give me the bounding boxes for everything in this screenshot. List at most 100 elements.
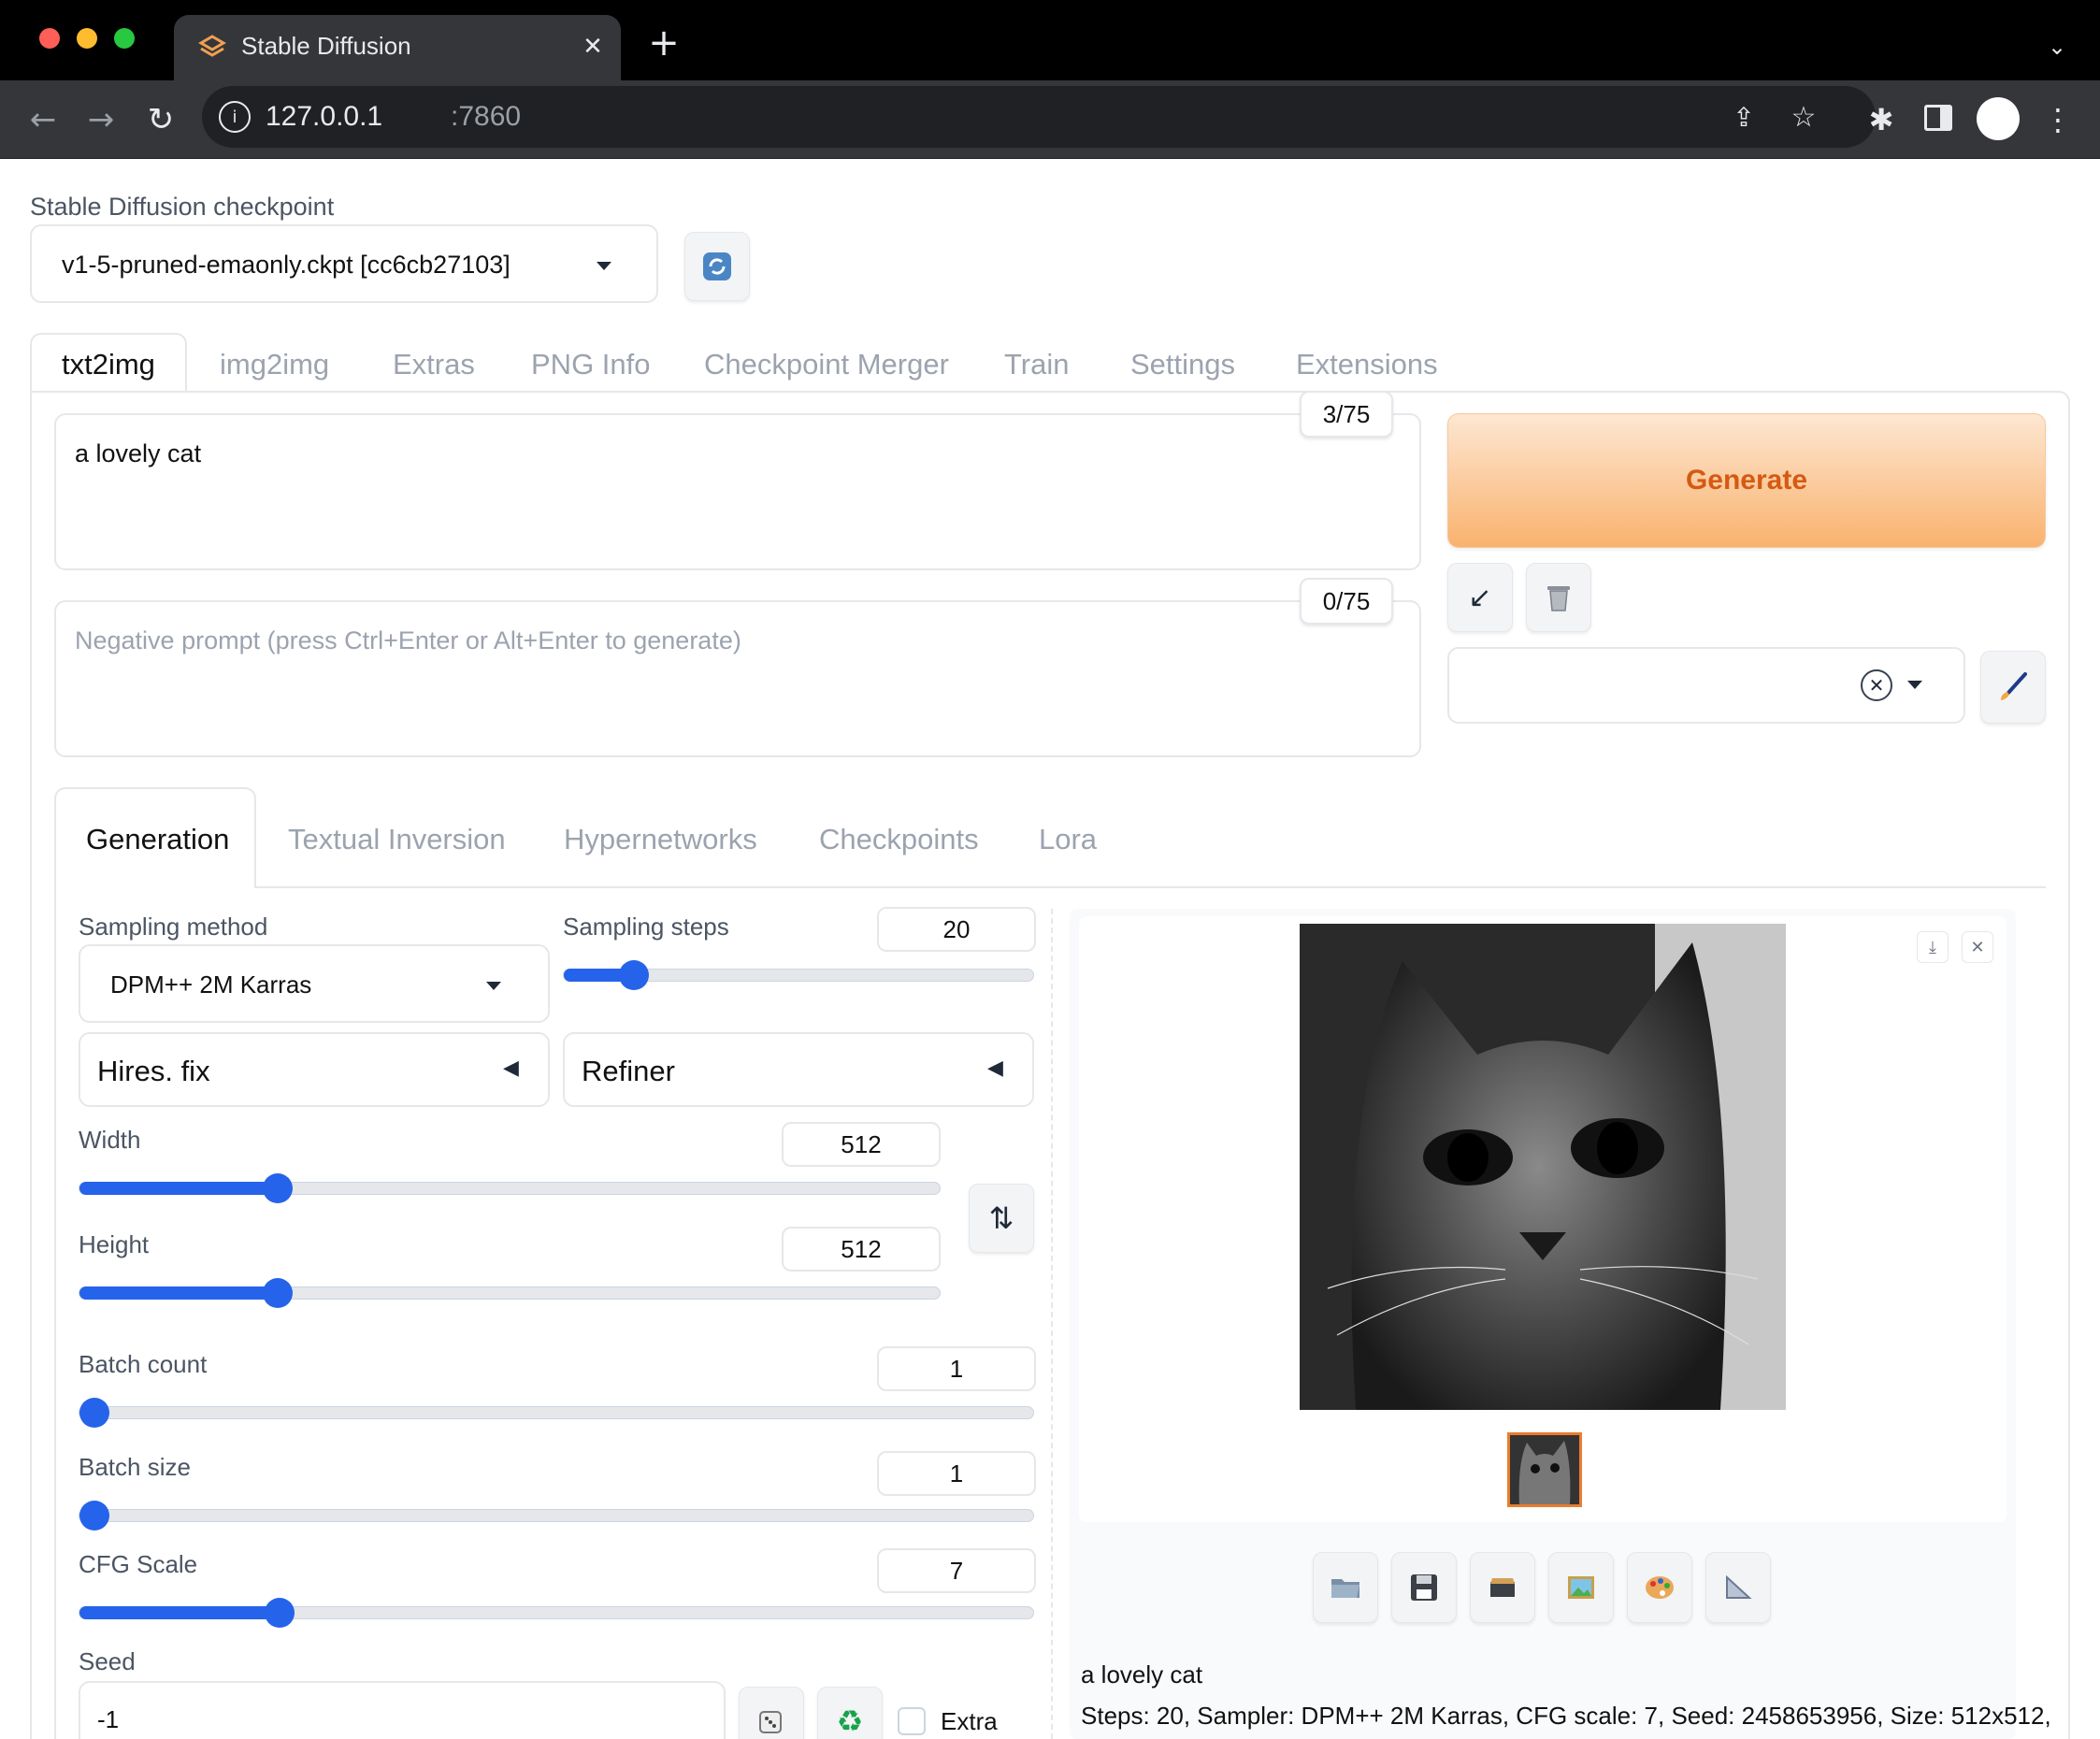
refresh-icon [703, 252, 731, 280]
triangle-ruler-icon [1726, 1574, 1752, 1599]
seed-label: Seed [79, 1647, 136, 1675]
site-info-icon[interactable]: i [219, 101, 251, 133]
minimize-window-button[interactable] [77, 28, 97, 49]
swap-arrows-icon: ⇅ [988, 1200, 1014, 1236]
floppy-disk-icon [1411, 1574, 1437, 1601]
close-window-button[interactable] [39, 28, 60, 49]
hires-fix-accordion[interactable]: Hires. fix ◀ [79, 1032, 550, 1107]
send-to-extras-button[interactable] [1705, 1552, 1771, 1623]
open-folder-button[interactable] [1313, 1552, 1378, 1623]
sampling-method-value: DPM++ 2M Karras [110, 970, 312, 999]
generation-panel-border [54, 886, 56, 1739]
side-panel-icon[interactable] [1924, 105, 1952, 131]
folder-icon [1331, 1579, 1359, 1598]
tab-hypernetworks[interactable]: Hypernetworks [564, 823, 757, 856]
profile-avatar[interactable] [1977, 97, 2020, 140]
sampling-steps-slider[interactable] [563, 960, 1034, 990]
back-arrow-icon[interactable]: ← [22, 99, 64, 140]
archive-icon [1490, 1578, 1515, 1597]
address-bar[interactable]: i 127.0.0.1 :7860 ⇪ ☆ [202, 86, 1876, 148]
bookmark-star-icon[interactable]: ☆ [1786, 99, 1821, 135]
refiner-accordion[interactable]: Refiner ◀ [563, 1032, 1034, 1107]
browser-menu-icon[interactable]: ⋮ [2043, 99, 2073, 140]
tab-train[interactable]: Train [1004, 348, 1069, 381]
tab-lora[interactable]: Lora [1039, 823, 1097, 856]
batch-count-input[interactable]: 1 [877, 1346, 1036, 1391]
sampling-method-label: Sampling method [79, 913, 268, 941]
styles-dropdown[interactable]: ✕ [1447, 647, 1965, 724]
generated-cat-image[interactable] [1300, 924, 1786, 1410]
clear-styles-icon[interactable]: ✕ [1861, 669, 1892, 701]
tab-txt2img[interactable]: txt2img [30, 333, 187, 393]
save-button[interactable] [1391, 1552, 1457, 1623]
tab-search-chevron-icon[interactable]: ⌄ [2038, 28, 2076, 65]
chevron-down-icon [1907, 681, 1922, 689]
gallery-thumbnail[interactable] [1507, 1432, 1582, 1507]
tab-textual-inversion[interactable]: Textual Inversion [288, 823, 506, 856]
batch-count-slider-handle[interactable] [79, 1398, 109, 1428]
tab-img2img[interactable]: img2img [220, 348, 329, 381]
refresh-checkpoints-button[interactable] [684, 232, 750, 301]
read-params-button[interactable]: ↙ [1447, 563, 1513, 632]
checkpoint-label: Stable Diffusion checkpoint [30, 193, 335, 221]
negative-prompt-textarea[interactable]: Negative prompt (press Ctrl+Enter or Alt… [54, 600, 1421, 757]
prompt-token-counter: 3/75 [1300, 391, 1393, 438]
cfg-scale-slider-handle[interactable] [265, 1598, 295, 1628]
checkpoint-dropdown[interactable]: v1-5-pruned-emaonly.ckpt [cc6cb27103] [30, 224, 658, 303]
batch-size-slider-handle[interactable] [79, 1501, 109, 1531]
send-to-inpaint-button[interactable] [1627, 1552, 1692, 1623]
sampling-steps-label: Sampling steps [563, 913, 729, 941]
cfg-scale-input[interactable]: 7 [877, 1548, 1036, 1593]
arrow-down-left-icon: ↙ [1468, 581, 1492, 614]
maximize-window-button[interactable] [114, 28, 135, 49]
output-divider [1051, 909, 1053, 1739]
zip-button[interactable] [1470, 1552, 1535, 1623]
tab-png-info[interactable]: PNG Info [531, 348, 651, 381]
width-label: Width [79, 1126, 141, 1154]
generate-button[interactable]: Generate [1447, 413, 2046, 548]
negative-prompt-placeholder: Negative prompt (press Ctrl+Enter or Alt… [75, 626, 741, 654]
forward-arrow-icon[interactable]: → [80, 99, 122, 140]
tab-checkpoints[interactable]: Checkpoints [819, 823, 979, 856]
height-slider-handle[interactable] [262, 1278, 293, 1308]
seed-input[interactable]: -1 [79, 1681, 726, 1739]
extra-seed-checkbox[interactable] [898, 1707, 926, 1735]
tab-extras[interactable]: Extras [393, 348, 475, 381]
reload-icon[interactable]: ↻ [140, 99, 181, 140]
batch-size-slider[interactable] [79, 1501, 1034, 1531]
new-tab-button[interactable]: + [645, 22, 683, 65]
dice-icon [759, 1711, 782, 1733]
reuse-seed-button[interactable]: ♻ [817, 1687, 883, 1739]
cfg-scale-slider[interactable] [79, 1598, 1034, 1628]
tab-txt2img-label: txt2img [62, 348, 155, 381]
random-seed-button[interactable] [739, 1687, 804, 1739]
sampling-method-dropdown[interactable]: DPM++ 2M Karras [79, 944, 550, 1023]
sampling-steps-input[interactable]: 20 [877, 907, 1036, 952]
width-input[interactable]: 512 [782, 1122, 941, 1167]
batch-size-input[interactable]: 1 [877, 1451, 1036, 1496]
batch-count-slider[interactable] [79, 1398, 1034, 1428]
tab-checkpoint-merger[interactable]: Checkpoint Merger [704, 348, 949, 381]
close-preview-icon[interactable]: ✕ [1962, 931, 1993, 963]
download-icon[interactable]: ⤓ [1917, 931, 1949, 963]
tab-extensions[interactable]: Extensions [1296, 348, 1438, 381]
tab-settings[interactable]: Settings [1130, 348, 1235, 381]
tab-generation[interactable]: Generation [54, 787, 256, 888]
chevron-down-icon [597, 262, 611, 270]
prompt-text: a lovely cat [75, 439, 202, 467]
tab-generation-label: Generation [86, 823, 230, 855]
height-input[interactable]: 512 [782, 1227, 941, 1272]
edit-styles-button[interactable] [1980, 651, 2046, 724]
send-to-img2img-button[interactable] [1548, 1552, 1614, 1623]
prompt-textarea[interactable]: a lovely cat [54, 413, 1421, 570]
close-tab-icon[interactable]: ✕ [576, 30, 610, 64]
extensions-puzzle-icon[interactable]: ✱ [1861, 99, 1902, 140]
swap-dimensions-button[interactable]: ⇅ [969, 1184, 1034, 1253]
clear-prompt-button[interactable] [1526, 563, 1591, 632]
share-icon[interactable]: ⇪ [1726, 99, 1762, 135]
width-slider[interactable] [79, 1173, 941, 1203]
height-slider[interactable] [79, 1278, 941, 1308]
url-port: :7860 [451, 101, 522, 132]
browser-tab[interactable]: Stable Diffusion ✕ [174, 15, 621, 80]
width-slider-handle[interactable] [262, 1173, 293, 1203]
